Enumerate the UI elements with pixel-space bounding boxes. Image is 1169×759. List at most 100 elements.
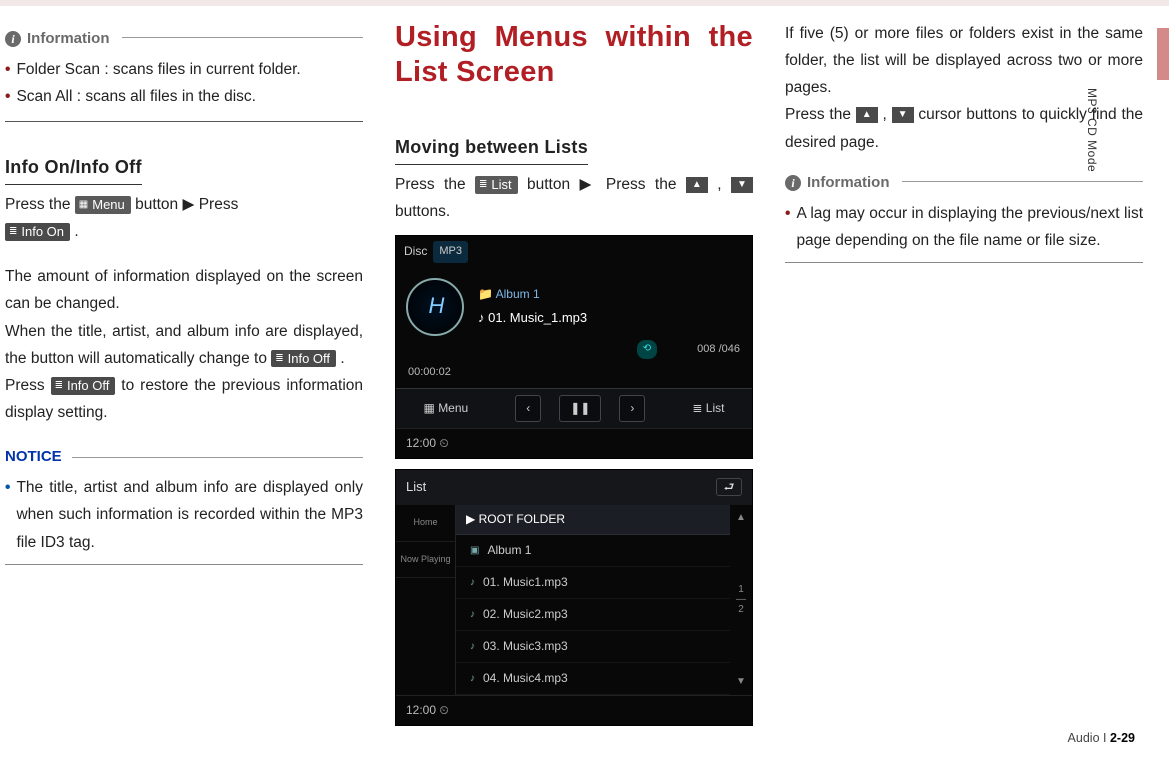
list-button-chip: ≣ List	[475, 176, 518, 194]
frac-bot: 2	[738, 604, 744, 615]
column-3: If five (5) or more files or folders exi…	[785, 20, 1143, 726]
shot-header: Disc MP3	[396, 236, 752, 267]
repeat-icon: ⟲	[637, 340, 657, 359]
item-label: Album 1	[487, 540, 531, 561]
divider	[785, 262, 1143, 263]
subheading-moving: Moving between Lists	[395, 132, 588, 166]
track-name: 01. Music_1.mp3	[488, 310, 587, 325]
list-icon: ≣	[479, 180, 487, 190]
bullet-dot-icon: •	[5, 83, 10, 110]
root-label: ROOT FOLDER	[479, 512, 565, 526]
home-btn: Home	[396, 505, 455, 542]
hyundai-logo-icon: H	[406, 278, 464, 336]
list-item: ▣Album 1	[456, 535, 730, 567]
footer-page: 2-29	[1110, 731, 1135, 745]
chip-label: Info Off	[288, 351, 330, 367]
list-side: Home Now Playing	[396, 505, 456, 695]
info-bullet-lag-text: A lag may occur in displaying the previo…	[796, 200, 1143, 254]
notice-heading: NOTICE	[5, 444, 363, 470]
para-amount: The amount of information displayed on t…	[5, 263, 363, 317]
album-name: Album 1	[496, 287, 540, 301]
information-heading: Information	[5, 26, 363, 52]
list-item: ♪ 02. Music2.mp3	[456, 599, 730, 631]
item-label: 03. Music3.mp3	[483, 636, 568, 657]
notice-label: NOTICE	[5, 444, 62, 470]
info-off-chip-2: ≣ Info Off	[51, 377, 116, 395]
item-label: 02. Music2.mp3	[483, 604, 568, 625]
note-icon: ♪	[470, 606, 475, 624]
list-icon: ≣	[55, 381, 63, 391]
text: .	[74, 223, 78, 240]
screenshot-list: List ⮐ Home Now Playing ▶ ROOT FOLDER ▣A…	[395, 469, 753, 726]
down-chip: ▼	[892, 107, 914, 123]
heading-rule	[122, 37, 364, 38]
track-meta: 📁 Album 1 ♪ 01. Music_1.mp3	[478, 284, 742, 330]
page-footer: Audio I 2-29	[1068, 731, 1135, 745]
clock-value: 12:00	[406, 436, 436, 450]
now-playing-btn: Now Playing	[396, 542, 455, 579]
text: Press	[5, 377, 51, 394]
scroll-up-icon: ▲	[736, 509, 746, 527]
information-label: Information	[27, 26, 110, 52]
column-2: Using Menus within the List Screen Movin…	[395, 20, 753, 726]
text: Press the	[785, 106, 856, 123]
label: Menu	[438, 401, 468, 415]
text: Press the	[5, 196, 75, 213]
note-icon: ♪	[470, 638, 475, 656]
top-accent-bar	[0, 0, 1169, 6]
info-bullet-2: • Scan All : scans all files in the disc…	[5, 83, 363, 110]
chip-label: List	[491, 177, 511, 193]
text: buttons.	[395, 203, 450, 220]
label: List	[706, 401, 725, 415]
album-line: 📁 Album 1	[478, 284, 742, 305]
chip-label: Info On	[21, 224, 64, 240]
list-icon: ≣	[275, 354, 283, 364]
note-icon: ♪	[470, 670, 475, 688]
divider	[5, 121, 363, 122]
para-cursor: Press the ▲ , ▼ cursor buttons to quickl…	[785, 101, 1143, 155]
list-item: ♪ 01. Music1.mp3	[456, 567, 730, 599]
grid-icon: ▦	[79, 200, 88, 210]
para-restore: Press ≣Info Off to restore the previous …	[5, 372, 363, 426]
item-label: 04. Music4.mp3	[483, 668, 568, 689]
notice-bullet: • The title, artist and album info are d…	[5, 474, 363, 555]
bullet-dot-icon: •	[5, 474, 10, 555]
next-icon: ›	[619, 395, 645, 422]
prev-icon: ‹	[515, 395, 541, 422]
track-line: ♪ 01. Music_1.mp3	[478, 307, 742, 330]
screenshot-player: Disc MP3 H 📁 Album 1 ♪ 01. Music_1.mp3 ⟲…	[395, 235, 753, 459]
side-tab-color	[1157, 28, 1169, 80]
menu-button-chip: ▦ Menu	[75, 196, 131, 214]
text: .	[340, 350, 344, 367]
divider	[5, 564, 363, 565]
info-bullet-lag: • A lag may occur in displaying the prev…	[785, 200, 1143, 254]
notice-bullet-text: The title, artist and album info are dis…	[16, 474, 363, 555]
chip-label: Info Off	[67, 378, 109, 394]
column-1: Information • Folder Scan : scans files …	[5, 20, 363, 726]
information-heading-2: Information	[785, 170, 1143, 196]
up-chip: ▲	[686, 177, 708, 193]
bullet-dot-icon: •	[5, 56, 10, 83]
shot-row2: ⟲ 008 /046	[396, 340, 752, 363]
bullet-dot-icon: •	[785, 200, 790, 254]
mp3-tag: MP3	[433, 241, 468, 262]
info-bullet-1: • Folder Scan : scans files in current f…	[5, 56, 363, 83]
list-scroll: ▲ 1— 2 ▼	[730, 505, 752, 695]
scroll-down-icon: ▼	[736, 673, 746, 691]
chip-label: Menu	[92, 197, 125, 213]
item-label: 01. Music1.mp3	[483, 572, 568, 593]
back-icon: ⮐	[716, 478, 742, 496]
text: ,	[883, 106, 892, 123]
info-off-chip: ≣ Info Off	[271, 350, 336, 368]
disc-label: Disc	[404, 241, 427, 262]
list-item: ♪ 03. Music3.mp3	[456, 631, 730, 663]
list-main: Home Now Playing ▶ ROOT FOLDER ▣Album 1 …	[396, 505, 752, 695]
up-chip: ▲	[856, 107, 878, 123]
para-press-list: Press the ≣List button ▶ Press the ▲ , ▼…	[395, 171, 753, 225]
page-columns: Information • Folder Scan : scans files …	[5, 20, 1155, 726]
heading-rule	[902, 181, 1144, 182]
note-icon: ♪	[470, 574, 475, 592]
pause-icon: ❚❚	[559, 395, 601, 422]
info-bullet-1-text: Folder Scan : scans files in current fol…	[16, 56, 363, 83]
info-on-chip: ≣Info On	[5, 223, 70, 241]
